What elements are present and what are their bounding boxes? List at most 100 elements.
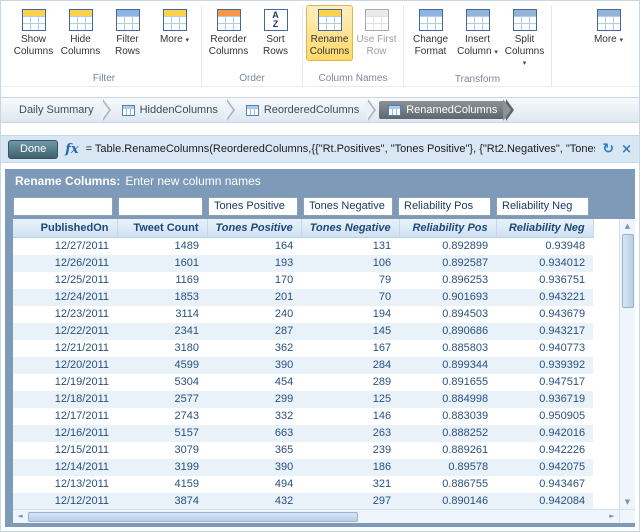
table-cell: 432 [207, 493, 302, 509]
ribbon-group-column-names: Rename Columns Use First Row Column Name… [303, 5, 404, 86]
refresh-icon[interactable]: ↻ [602, 141, 614, 157]
dropdown-arrow-icon: ▾ [185, 36, 190, 44]
scroll-up-icon[interactable]: ▲ [620, 219, 635, 233]
filter-rows-button[interactable]: Filter Rows [104, 5, 151, 61]
button-label: Rename Columns [309, 34, 350, 57]
table-cell: 3079 [174, 444, 199, 456]
table-cell: 0.943217 [496, 323, 594, 340]
table-cell: 0.950905 [539, 410, 586, 422]
ribbon: Show Columns Hide Columns Filter Rows Mo… [1, 1, 639, 87]
table-row: 12/20/2011 4599 390 284 0.899344 0.939392 [13, 357, 594, 374]
breadcrumb-separator-icon [503, 98, 518, 122]
table-cell: 494 [274, 478, 294, 490]
query-editor-window: Show Columns Hide Columns Filter Rows Mo… [0, 0, 640, 532]
scroll-left-icon[interactable]: ◄ [13, 510, 27, 523]
table-cell: 289 [372, 376, 392, 388]
rename-input-3[interactable] [208, 196, 298, 216]
column-header-tones-negative[interactable]: Tones Negative [301, 219, 400, 238]
vertical-scrollbar[interactable]: ▲ ▼ [619, 219, 635, 509]
table-row: 12/23/2011 3114 240 194 0.894503 0.943679 [13, 306, 593, 323]
table-cell: 3114 [175, 308, 199, 320]
table-icon [512, 9, 537, 31]
table-cell: 12/22/2011 [13, 323, 117, 340]
table-cell: 186 [301, 459, 400, 476]
table-cell: 164 [274, 240, 294, 252]
column-header-reliability-neg[interactable]: Reliability Neg [496, 219, 594, 238]
table-cell: 390 [207, 357, 302, 374]
show-columns-button[interactable]: Show Columns [10, 5, 57, 61]
horizontal-scroll-thumb[interactable] [28, 511, 358, 522]
table-cell: 0.943221 [496, 289, 594, 306]
dropdown-arrow-icon: ▾ [494, 47, 498, 56]
breadcrumb-item-reorderedcolumns[interactable]: ReorderedColumns [238, 101, 367, 119]
close-icon[interactable]: × [621, 142, 632, 157]
table-cell: 1489 [174, 240, 199, 252]
column-header-tweet-count[interactable]: Tweet Count [117, 219, 208, 238]
column-header-tones-positive[interactable]: Tones Positive [207, 219, 302, 238]
rename-input-5[interactable] [398, 196, 491, 216]
rename-input-2[interactable] [118, 196, 203, 216]
rename-input-6[interactable] [496, 196, 589, 216]
breadcrumb-label: HiddenColumns [139, 104, 218, 116]
scrollbar-corner [619, 509, 635, 523]
vertical-scroll-thumb[interactable] [621, 234, 634, 308]
split-columns-button[interactable]: Split Columns ▾ [501, 5, 548, 71]
table-cell: 0.884998 [399, 391, 497, 408]
table-cell: 131 [372, 240, 392, 252]
transform-more-button[interactable]: More ▾ [585, 5, 632, 61]
breadcrumb-item-renamedcolumns[interactable]: RenamedColumns [379, 101, 507, 119]
table-cell: 0.892587 [399, 255, 497, 272]
filter-more-button[interactable]: More ▾ [151, 5, 198, 61]
table-cell: 0.942075 [496, 459, 594, 476]
formula-input[interactable]: = Table.RenameColumns(ReorderedColumns,{… [86, 143, 596, 155]
column-header-reliability-pos[interactable]: Reliability Pos [399, 219, 497, 238]
rename-columns-button[interactable]: Rename Columns [306, 5, 353, 61]
table-cell: 287 [207, 323, 302, 340]
table-cell: 0.890686 [399, 323, 497, 340]
rename-columns-panel: Rename Columns: Enter new column names P… [5, 169, 635, 527]
table-row: 12/22/2011 2341 287 145 0.890686 0.943217 [13, 323, 594, 340]
table-cell: 0.899344 [399, 357, 497, 374]
table-cell: 12/23/2011 [54, 308, 109, 320]
table-cell: 454 [274, 376, 294, 388]
table-cell: 12/12/2011 [13, 493, 117, 509]
table-row: 12/13/2011 4159 494 321 0.886755 0.943467 [13, 476, 593, 493]
sort-az-icon: A Z [263, 9, 288, 31]
table-cell: 0.888252 [399, 425, 497, 442]
dropdown-arrow-icon: ▾ [522, 59, 527, 67]
table-cell: 12/24/2011 [13, 289, 117, 306]
button-label: Reorder Columns [208, 34, 249, 57]
scroll-right-icon[interactable]: ► [605, 510, 619, 523]
table-row: 12/19/2011 5304 454 289 0.891655 0.947517 [13, 374, 593, 391]
breadcrumb-item-daily-summary[interactable]: Daily Summary [11, 101, 102, 119]
hide-columns-button[interactable]: Hide Columns [57, 5, 104, 61]
table-row: 12/15/2011 3079 365 239 0.889261 0.942226 [13, 442, 593, 459]
table-cell: 5157 [117, 425, 207, 442]
table-cell: 0.942226 [539, 444, 586, 456]
insert-column-button[interactable]: Insert Column ▾ [454, 5, 501, 61]
preview-table: PublishedOn Tweet Count Tones Positive T… [13, 219, 594, 509]
horizontal-scrollbar[interactable]: ◄ ► [13, 509, 619, 523]
scroll-down-icon[interactable]: ▼ [620, 495, 635, 509]
rename-input-1[interactable] [13, 196, 113, 216]
table-cell: 1853 [117, 289, 207, 306]
table-cell: 0.943679 [539, 308, 586, 320]
sort-rows-button[interactable]: A Z Sort Rows [252, 5, 299, 61]
change-format-button[interactable]: Change Format [407, 5, 454, 61]
done-button[interactable]: Done [8, 139, 59, 159]
breadcrumb-item-hiddencolumns[interactable]: HiddenColumns [114, 101, 226, 119]
table-cell: 170 [274, 274, 294, 286]
table-cell: 0.89578 [399, 459, 497, 476]
button-label: Change Format [412, 34, 449, 57]
reorder-columns-button[interactable]: Reorder Columns [205, 5, 252, 61]
table-cell: 125 [301, 391, 400, 408]
table-row: 12/27/2011 1489 164 131 0.892899 0.93948 [13, 238, 593, 256]
table-row: 12/24/2011 1853 201 70 0.901693 0.943221 [13, 289, 594, 306]
table-cell: 390 [207, 459, 302, 476]
rename-input-4[interactable] [303, 196, 393, 216]
table-cell: 12/21/2011 [54, 342, 109, 354]
table-cell: 0.889261 [442, 444, 489, 456]
table-cell: 284 [301, 357, 400, 374]
table-row: 12/16/2011 5157 663 263 0.888252 0.942016 [13, 425, 594, 442]
column-header-publishedon[interactable]: PublishedOn [13, 219, 118, 238]
